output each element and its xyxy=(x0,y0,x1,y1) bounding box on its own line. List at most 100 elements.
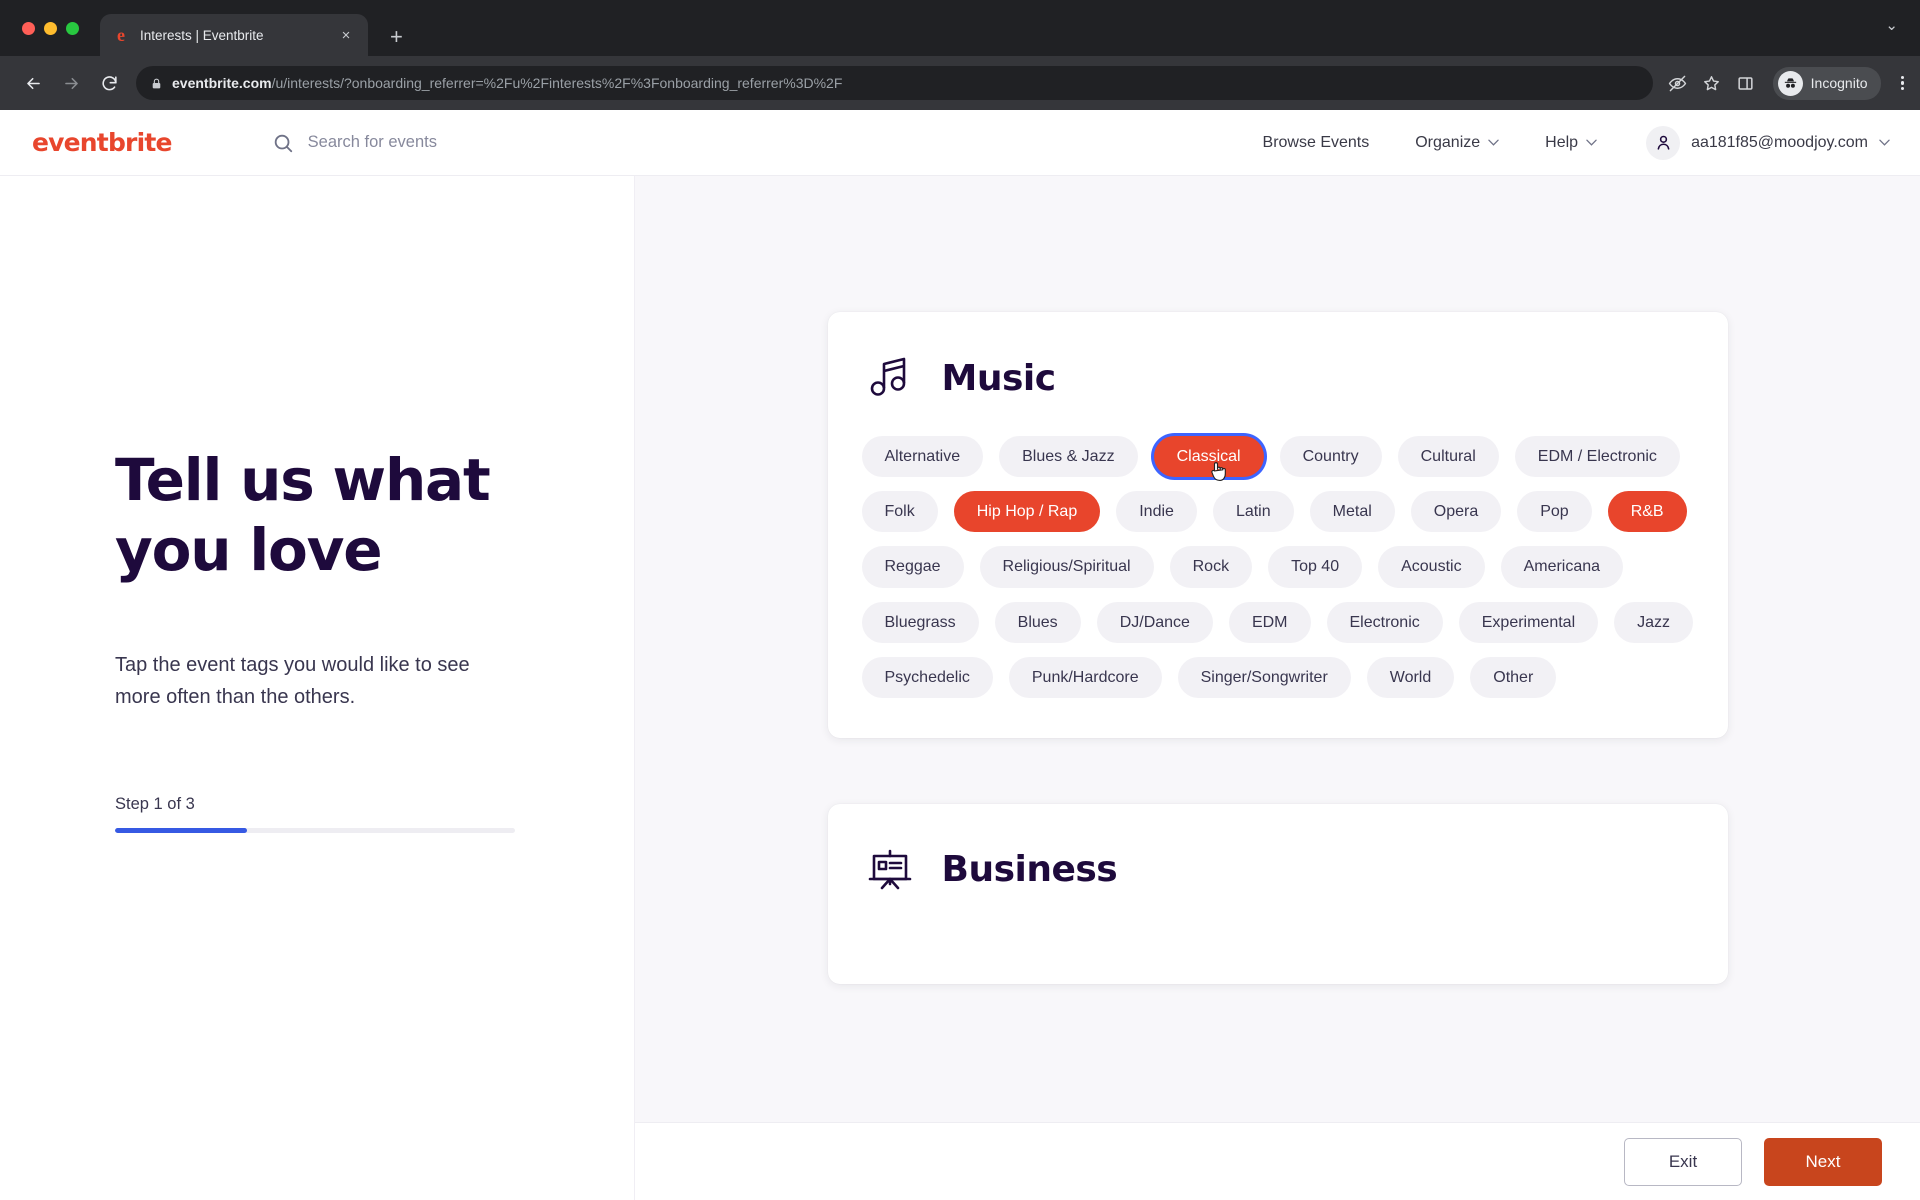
url-text: eventbrite.com/u/interests/?onboarding_r… xyxy=(172,75,842,91)
tag-button[interactable]: Reggae xyxy=(861,546,964,588)
tag-button[interactable]: EDM / Electronic xyxy=(1514,436,1680,478)
category-card-list: Music Alternative Blues & Jazz Classical Cou… xyxy=(635,176,1920,984)
browser-tab[interactable]: e Interests | Eventbrite × xyxy=(100,14,368,56)
tag-button[interactable]: Metal xyxy=(1309,491,1395,533)
tag-button[interactable]: World xyxy=(1366,656,1455,698)
tag-button[interactable]: Jazz xyxy=(1614,601,1694,643)
tag-button[interactable]: Latin xyxy=(1212,491,1294,533)
tag-button[interactable]: Opera xyxy=(1410,491,1502,533)
tag-button[interactable]: Religious/Spiritual xyxy=(979,546,1154,588)
tag-button[interactable]: Bluegrass xyxy=(861,601,979,643)
nav-organize-label: Organize xyxy=(1415,133,1481,151)
search-icon xyxy=(274,134,292,152)
tag-button[interactable]: Acoustic xyxy=(1378,546,1485,588)
kebab-menu-icon[interactable] xyxy=(1900,75,1904,91)
tag-button[interactable]: Singer/Songwriter xyxy=(1177,656,1351,698)
tag-button[interactable]: DJ/Dance xyxy=(1096,601,1213,643)
tag-button[interactable]: EDM xyxy=(1228,601,1311,643)
tag-button[interactable]: Hip Hop / Rap xyxy=(953,491,1101,533)
tag-button[interactable]: Blues & Jazz xyxy=(999,436,1138,478)
tag-button[interactable]: Americana xyxy=(1500,546,1624,588)
tag-button[interactable]: Indie xyxy=(1116,491,1197,533)
tag-button[interactable]: Electronic xyxy=(1326,601,1443,643)
category-header: Music xyxy=(862,354,1694,402)
category-title: Music xyxy=(941,357,1057,399)
account-menu[interactable]: aa181f85@moodjoy.com xyxy=(1646,125,1890,160)
tag-button[interactable]: R&B xyxy=(1607,491,1687,533)
progress-bar-fill xyxy=(115,828,247,834)
chevron-down-icon xyxy=(1879,139,1890,146)
tab-list-chevron-down-icon[interactable]: ⌄ xyxy=(1885,16,1898,34)
page-viewport: eventbrite Browse Events Organize Help xyxy=(0,110,1920,1200)
nav-organize[interactable]: Organize xyxy=(1392,134,1522,152)
tag-button[interactable]: Country xyxy=(1279,436,1382,478)
address-bar[interactable]: eventbrite.com/u/interests/?onboarding_r… xyxy=(136,66,1653,100)
chevron-down-icon xyxy=(1488,139,1499,146)
page-title-line-1: Tell us what xyxy=(115,446,491,514)
reload-icon[interactable] xyxy=(92,66,126,100)
exit-button[interactable]: Exit xyxy=(1624,1137,1742,1186)
star-icon[interactable] xyxy=(1701,72,1723,94)
tab-title: Interests | Eventbrite xyxy=(140,27,264,43)
site-header: eventbrite Browse Events Organize Help xyxy=(0,110,1920,176)
category-title: Business xyxy=(941,849,1118,891)
minimize-window-button[interactable] xyxy=(44,22,57,35)
nav-help-label: Help xyxy=(1545,133,1579,151)
incognito-icon xyxy=(1777,70,1803,96)
eye-off-icon[interactable] xyxy=(1667,72,1689,94)
close-tab-icon[interactable]: × xyxy=(336,27,356,44)
nav-help[interactable]: Help xyxy=(1522,134,1620,152)
category-card: Business xyxy=(827,803,1728,984)
mouse-cursor-pointer-icon xyxy=(1209,460,1229,484)
step-indicator-label: Step 1 of 3 xyxy=(115,795,195,814)
interests-panel: Music Alternative Blues & Jazz Classical Cou… xyxy=(634,176,1920,1200)
tag-button[interactable]: Blues xyxy=(994,601,1081,643)
lock-icon xyxy=(152,78,161,88)
category-header: Business xyxy=(862,846,1694,894)
tag-button[interactable]: Rock xyxy=(1169,546,1253,588)
eventbrite-e-icon: e xyxy=(117,25,125,45)
tag-button[interactable]: Pop xyxy=(1517,491,1592,533)
forward-icon[interactable] xyxy=(54,66,88,100)
main-nav: Browse Events Organize Help xyxy=(1240,134,1621,152)
tag-button[interactable]: Cultural xyxy=(1397,436,1499,478)
window-traffic-lights xyxy=(22,22,79,35)
browser-toolbar: eventbrite.com/u/interests/?onboarding_r… xyxy=(0,56,1920,110)
maximize-window-button[interactable] xyxy=(66,22,79,35)
music-note-icon xyxy=(866,354,914,402)
close-window-button[interactable] xyxy=(22,22,35,35)
tag-button[interactable]: Experimental xyxy=(1458,601,1599,643)
page-content: Tell us what you love Tap the event tags… xyxy=(0,176,1920,1200)
incognito-profile-chip[interactable]: Incognito xyxy=(1772,66,1881,100)
url-path: /u/interests/?onboarding_referrer=%2Fu%2… xyxy=(271,75,843,91)
nav-browse-events[interactable]: Browse Events xyxy=(1240,134,1393,152)
category-card: Music Alternative Blues & Jazz Classical Cou… xyxy=(827,312,1728,738)
progress-bar xyxy=(115,828,515,834)
presentation-board-icon xyxy=(866,846,914,894)
incognito-label: Incognito xyxy=(1810,75,1868,91)
tag-button[interactable]: Alternative xyxy=(861,436,984,478)
tag-button[interactable]: Folk xyxy=(861,491,938,533)
search-box[interactable] xyxy=(272,132,1240,154)
tag-button[interactable]: Psychedelic xyxy=(861,656,993,698)
tag-button[interactable]: Other xyxy=(1470,656,1557,698)
back-icon[interactable] xyxy=(16,66,50,100)
side-panel-icon[interactable] xyxy=(1735,72,1757,94)
eventbrite-logo[interactable]: eventbrite xyxy=(32,128,172,157)
page-title-line-2: you love xyxy=(115,515,383,584)
nav-browse-events-label: Browse Events xyxy=(1262,133,1370,151)
account-email: aa181f85@moodjoy.com xyxy=(1691,133,1868,151)
tag-button[interactable]: Classical xyxy=(1153,436,1264,481)
search-input[interactable] xyxy=(307,133,688,152)
browser-tab-strip: e Interests | Eventbrite × + ⌄ xyxy=(0,0,1920,56)
onboarding-action-bar: Exit Next xyxy=(635,1122,1920,1200)
page-subtitle: Tap the event tags you would like to see… xyxy=(115,654,470,709)
avatar xyxy=(1646,125,1681,160)
tag-button[interactable]: Punk/Hardcore xyxy=(1008,656,1162,698)
browser-window: e Interests | Eventbrite × + ⌄ eventbrit… xyxy=(0,0,1920,1200)
next-button[interactable]: Next xyxy=(1764,1137,1882,1186)
tag-button[interactable]: Top 40 xyxy=(1268,546,1363,588)
onboarding-intro-panel: Tell us what you love Tap the event tags… xyxy=(0,176,634,1200)
chevron-down-icon xyxy=(1586,139,1597,146)
new-tab-button[interactable]: + xyxy=(390,26,403,48)
